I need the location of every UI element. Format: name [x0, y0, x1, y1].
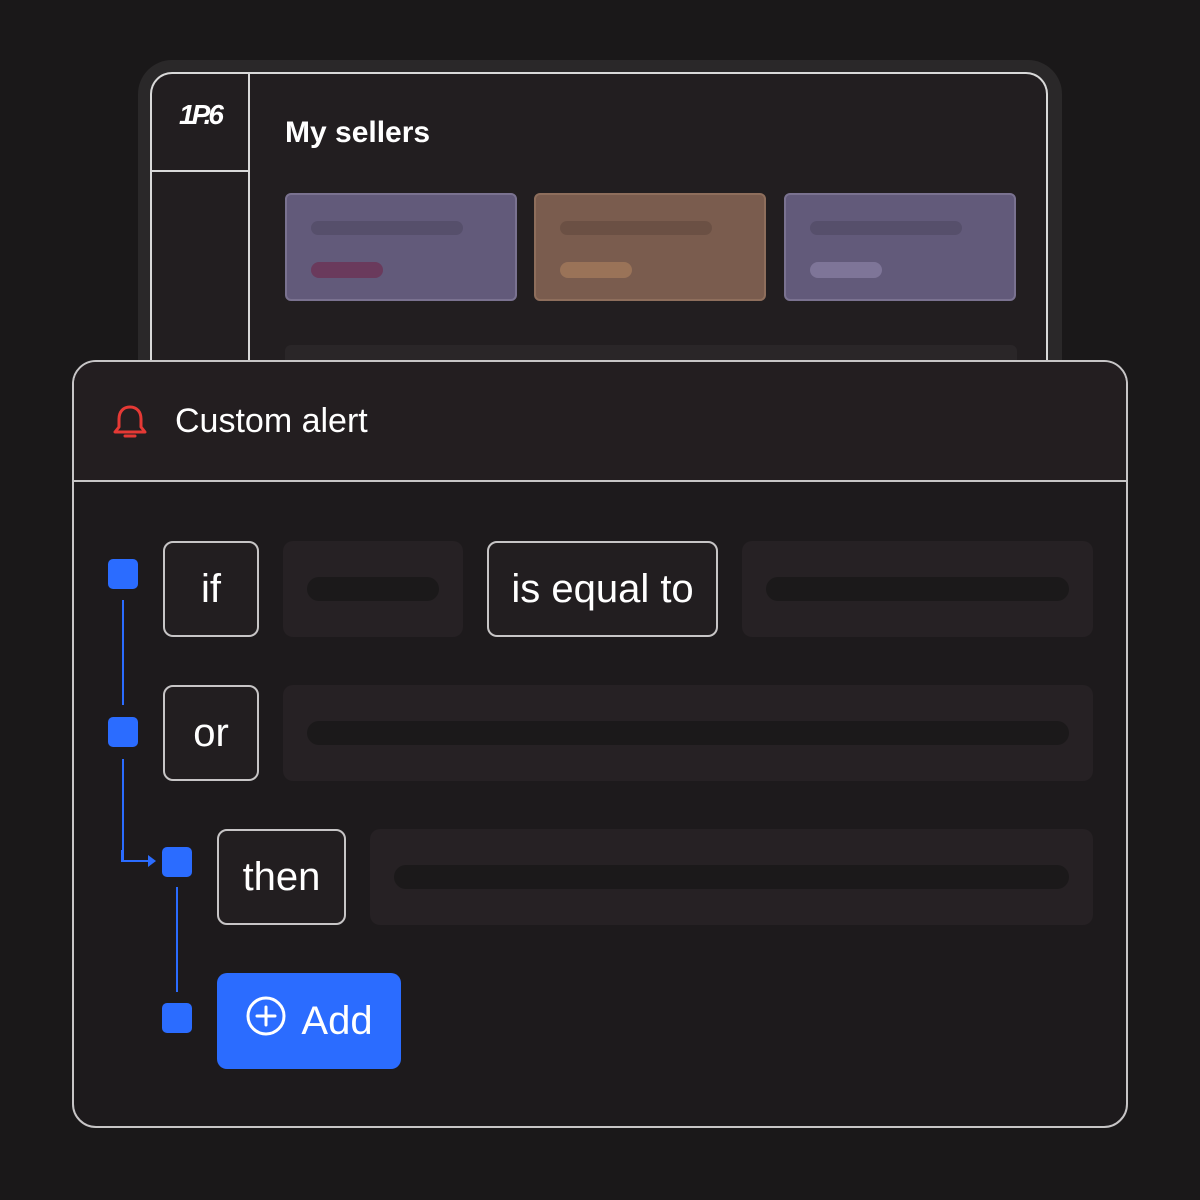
logo-cell[interactable]: 1P.6 [152, 74, 248, 172]
card-skeleton-pill [560, 262, 632, 278]
condition-field[interactable] [283, 541, 463, 637]
field-placeholder-bar [307, 721, 1069, 745]
app-logo: 1P.6 [179, 99, 224, 130]
then-action-field[interactable] [370, 829, 1093, 925]
value-field[interactable] [742, 541, 1093, 637]
operator-chip[interactable]: is equal to [487, 541, 718, 637]
or-chip[interactable]: or [163, 685, 259, 781]
page-title: My sellers [285, 116, 431, 149]
add-button-label: Add [301, 998, 373, 1043]
plus-circle-icon [245, 995, 287, 1047]
rule-node[interactable] [108, 559, 138, 589]
field-placeholder-bar [766, 577, 1069, 601]
seller-card[interactable] [784, 193, 1016, 301]
panel-title: Custom alert [175, 402, 368, 440]
field-placeholder-bar [307, 577, 439, 601]
rule-node[interactable] [162, 847, 192, 877]
panel-header: Custom alert [74, 362, 1126, 482]
or-condition-field[interactable] [283, 685, 1093, 781]
rule-node[interactable] [162, 1003, 192, 1033]
card-skeleton-line [560, 221, 712, 235]
connector-line [122, 600, 124, 705]
field-placeholder-bar [394, 865, 1069, 889]
card-skeleton-line [311, 221, 463, 235]
card-skeleton-line [810, 221, 962, 235]
connector-arrow-icon [121, 850, 156, 867]
then-chip[interactable]: then [217, 829, 346, 925]
bell-icon [110, 402, 150, 447]
card-skeleton-pill [810, 262, 882, 278]
if-chip[interactable]: if [163, 541, 259, 637]
card-skeleton-pill [311, 262, 383, 278]
seller-card[interactable] [285, 193, 517, 301]
add-button[interactable]: Add [217, 973, 401, 1069]
custom-alert-panel: Custom alert if is equal to or then Add [72, 360, 1128, 1128]
connector-line [122, 759, 124, 861]
seller-card[interactable] [534, 193, 766, 301]
connector-line [176, 887, 178, 992]
rule-node[interactable] [108, 717, 138, 747]
